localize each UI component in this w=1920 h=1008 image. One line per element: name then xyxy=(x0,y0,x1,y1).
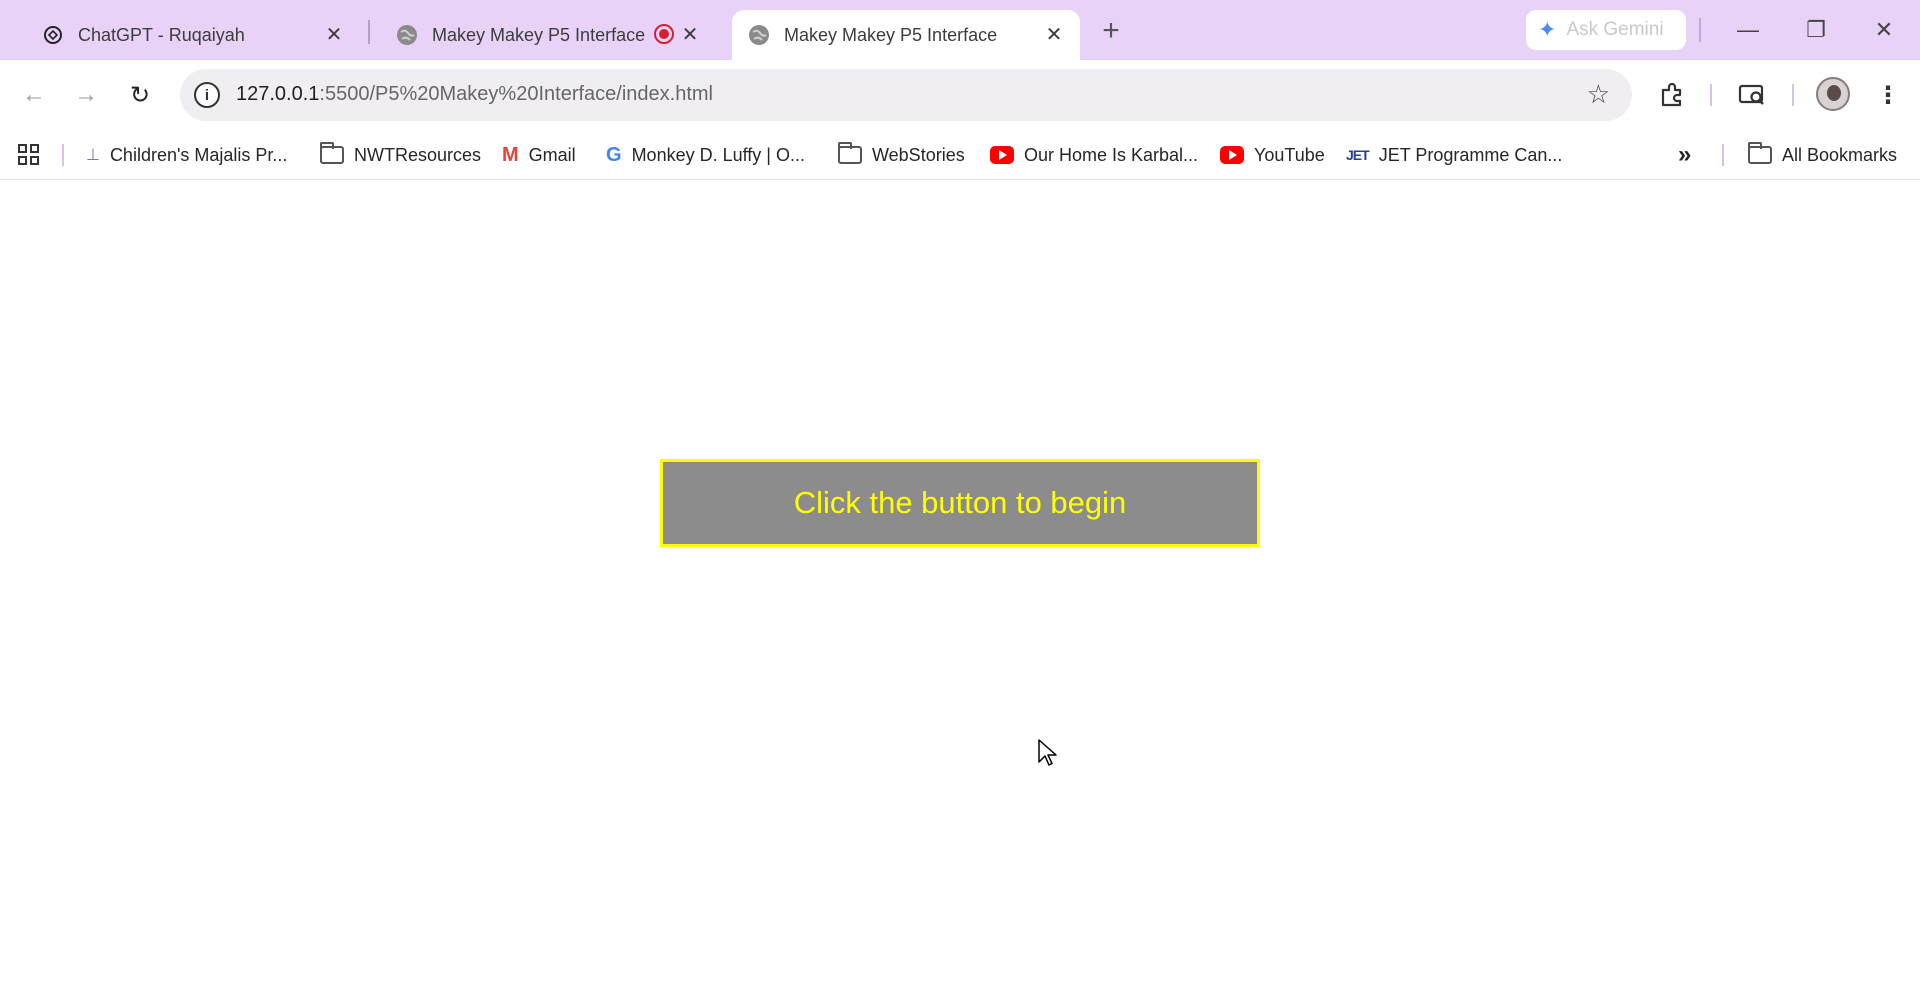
bookmark-star-icon[interactable]: ☆ xyxy=(1587,79,1610,110)
folder-icon xyxy=(1748,142,1772,164)
extensions-icon[interactable] xyxy=(1654,77,1690,113)
globe-icon xyxy=(396,24,418,46)
bookmark-youtube[interactable]: YouTube xyxy=(1220,130,1325,180)
tab-makey-active[interactable]: Makey Makey P5 Interface ✕ xyxy=(732,10,1080,60)
apps-grid-icon[interactable] xyxy=(16,130,42,180)
bookmark-label: NWTResources xyxy=(354,144,482,165)
tab-strip: ChatGPT - Ruqaiyah ✕ Makey Makey P5 Inte… xyxy=(0,0,1920,60)
url-path: :5500/P5%20Makey%20Interface/index.html xyxy=(319,83,713,105)
tab-makey-recording[interactable]: Makey Makey P5 Interface ✕ xyxy=(380,10,716,60)
tab-close-icon[interactable]: ✕ xyxy=(678,22,702,46)
bookmarks-separator xyxy=(1722,144,1724,166)
folder-icon xyxy=(320,142,344,164)
begin-button[interactable]: Click the button to begin xyxy=(660,459,1260,547)
cast-search-icon[interactable] xyxy=(1734,77,1770,113)
bookmark-label: Children's Majalis Pr... xyxy=(109,144,288,165)
bookmark-gmail[interactable]: M Gmail xyxy=(502,130,576,180)
bookmarks-separator xyxy=(62,144,64,166)
forward-button[interactable]: → xyxy=(68,77,104,113)
ask-gemini-label: Ask Gemini xyxy=(1566,19,1664,40)
mouse-cursor-icon xyxy=(1038,739,1057,766)
bookmarks-overflow-button[interactable]: » xyxy=(1678,130,1691,180)
chatgpt-icon xyxy=(42,24,64,46)
bookmark-webstories[interactable]: WebStories xyxy=(838,130,965,180)
youtube-icon xyxy=(990,146,1014,164)
minimize-button[interactable]: — xyxy=(1728,12,1768,48)
bookmark-label: Monkey D. Luffy | O... xyxy=(631,144,805,165)
tab-close-icon[interactable]: ✕ xyxy=(1042,22,1066,46)
jet-icon: JET xyxy=(1346,147,1370,163)
bookmark-label: WebStories xyxy=(872,144,965,165)
reload-button[interactable]: ↻ xyxy=(122,77,158,113)
ask-gemini-button[interactable]: ✦ Ask Gemini xyxy=(1526,10,1686,50)
tab-title: Makey Makey P5 Interface xyxy=(432,24,646,45)
address-bar[interactable]: i 127.0.0.1:5500/P5%20Makey%20Interface/… xyxy=(180,69,1632,121)
close-window-button[interactable]: ✕ xyxy=(1864,12,1904,48)
folder-icon xyxy=(838,142,862,164)
bookmark-label: YouTube xyxy=(1254,144,1325,165)
tab-title: ChatGPT - Ruqaiyah xyxy=(78,24,245,45)
page-content: Click the button to begin xyxy=(0,181,1920,1008)
bookmark-label: Our Home Is Karbal... xyxy=(1024,144,1199,165)
profile-avatar[interactable] xyxy=(1816,77,1850,111)
browser-toolbar: ← → ↻ i 127.0.0.1:5500/P5%20Makey%20Inte… xyxy=(0,60,1920,130)
bookmark-label: Gmail xyxy=(528,144,576,165)
globe-icon xyxy=(748,24,770,46)
url-host: 127.0.0.1 xyxy=(236,83,320,105)
google-icon: G xyxy=(606,143,622,166)
all-bookmarks-label: All Bookmarks xyxy=(1782,144,1898,165)
url-text[interactable]: 127.0.0.1:5500/P5%20Makey%20Interface/in… xyxy=(236,83,713,106)
bookmark-label: JET Programme Can... xyxy=(1378,144,1563,165)
toolbar-separator xyxy=(1792,84,1794,106)
menu-kebab-icon[interactable]: ⋮ xyxy=(1870,77,1906,113)
children-majalis-icon: ⊥ xyxy=(86,147,100,164)
bookmark-monkey-luffy[interactable]: G Monkey D. Luffy | O... xyxy=(606,130,805,180)
tab-separator xyxy=(368,20,370,44)
tab-chatgpt[interactable]: ChatGPT - Ruqaiyah ✕ xyxy=(26,10,360,60)
tab-title: Makey Makey P5 Interface xyxy=(784,24,998,45)
bookmark-jet-programme[interactable]: JET JET Programme Can... xyxy=(1346,130,1562,180)
bookmark-children-majalis[interactable]: ⊥ Children's Majalis Pr... xyxy=(86,130,287,180)
bookmarks-bar: ⊥ Children's Majalis Pr... NWTResources … xyxy=(0,130,1920,180)
new-tab-button[interactable]: + xyxy=(1094,14,1128,48)
back-button[interactable]: ← xyxy=(16,77,52,113)
site-info-icon[interactable]: i xyxy=(194,82,220,108)
tab-close-icon[interactable]: ✕ xyxy=(322,22,346,46)
all-bookmarks-button[interactable]: All Bookmarks xyxy=(1748,130,1897,180)
recording-icon xyxy=(654,24,674,44)
bookmark-nwtresources[interactable]: NWTResources xyxy=(320,130,481,180)
gemini-sparkle-icon: ✦ xyxy=(1538,17,1557,42)
toolbar-separator xyxy=(1710,84,1712,106)
gmail-icon: M xyxy=(502,143,519,166)
restore-button[interactable]: ❐ xyxy=(1796,12,1836,48)
youtube-icon xyxy=(1220,146,1244,164)
bookmark-our-home-karbala[interactable]: Our Home Is Karbal... xyxy=(990,130,1198,180)
window-separator xyxy=(1699,18,1701,42)
